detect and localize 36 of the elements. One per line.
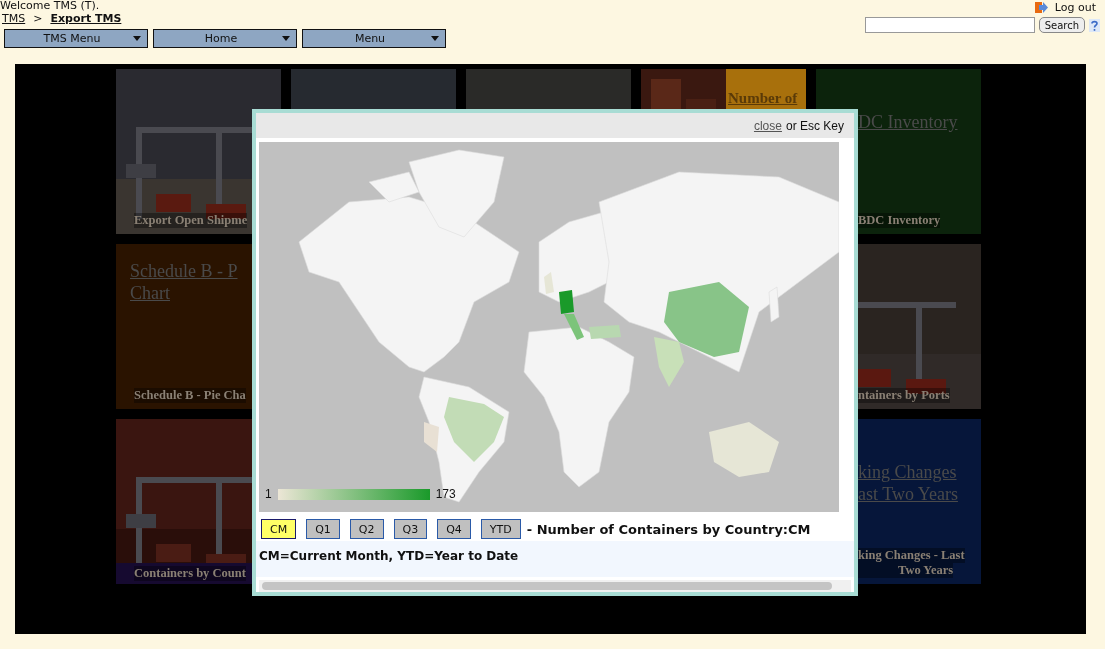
period-button[interactable]: CM <box>261 519 297 539</box>
horizontal-scrollbar[interactable] <box>259 580 851 592</box>
caret-icon <box>282 36 290 41</box>
legend-max: 173 <box>435 487 456 501</box>
tile-caption: Schedule B - Pie Cha <box>134 388 246 403</box>
menu-dropdown[interactable]: Menu <box>302 29 446 48</box>
breadcrumb-separator: > <box>33 12 43 25</box>
breadcrumb-link[interactable]: TMS <box>2 12 26 25</box>
help-icon[interactable] <box>1089 18 1100 32</box>
tile-caption: king Changes - Last <box>858 548 965 563</box>
scrollbar-thumb[interactable] <box>262 582 832 590</box>
period-button[interactable]: Q1 <box>306 519 340 539</box>
tile-caption: Export Open Shipme <box>134 213 248 228</box>
period-button[interactable]: Q3 <box>393 519 428 539</box>
search-field[interactable] <box>864 17 1035 33</box>
menu-dropdown[interactable]: Home <box>153 29 297 48</box>
legend-note: CM=Current Month, YTD=Year to Date <box>259 549 519 563</box>
tile-caption: Two Years <box>858 563 954 578</box>
tile-caption: ntainers by Ports <box>858 388 950 403</box>
welcome-text: Welcome TMS (T). <box>0 0 101 11</box>
logout-icon[interactable] <box>1034 1 1048 14</box>
breadcrumb-link[interactable]: Export TMS <box>50 12 122 25</box>
close-link[interactable]: close <box>753 118 782 133</box>
chart-title: - Number of Containers by Country:CM <box>526 521 811 537</box>
menu-dropdown[interactable]: TMS Menu <box>4 29 148 48</box>
close-hint: or Esc Key <box>785 118 844 133</box>
tile-caption: BDC Inventory <box>858 213 941 228</box>
period-button[interactable]: Q4 <box>437 519 471 539</box>
caret-icon <box>431 36 439 41</box>
legend-min: 1 <box>265 487 272 501</box>
period-button[interactable]: Q2 <box>349 519 384 539</box>
search-button[interactable]: Search <box>1038 17 1085 33</box>
tile-caption: Containers by Count <box>134 566 246 581</box>
period-button[interactable]: YTD <box>480 519 521 539</box>
logout-link[interactable]: Log out <box>1054 1 1096 14</box>
caret-icon <box>133 36 141 41</box>
